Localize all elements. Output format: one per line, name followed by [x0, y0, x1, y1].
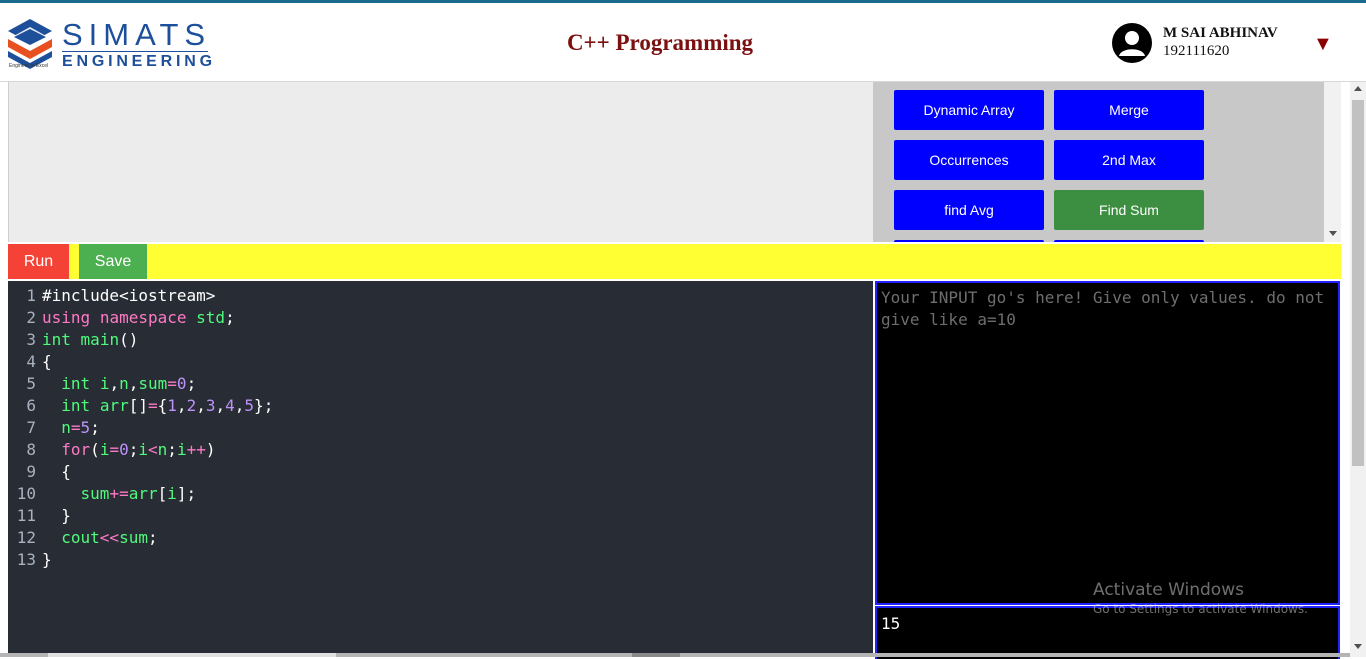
problem-button-partial[interactable] — [894, 240, 1044, 242]
problem-button[interactable]: Occurrences — [894, 140, 1044, 180]
code-text: cout<<sum; — [61, 528, 158, 547]
line-number: 8 — [26, 440, 36, 459]
scroll-up-icon[interactable] — [1354, 86, 1362, 91]
problem-button-selected[interactable]: Find Sum — [1054, 190, 1204, 230]
line-number: 5 — [26, 374, 36, 393]
question-panel — [8, 82, 874, 242]
code-text: n=5; — [61, 418, 100, 437]
logo-tagline: Engineer to Excel — [9, 63, 49, 69]
header: SIMATS ENGINEERING Engineer to Excel C++… — [0, 3, 1366, 82]
code-line[interactable]: 10 sum+=arr[i]; — [8, 483, 868, 505]
user-avatar-icon[interactable] — [1112, 23, 1152, 63]
code-line[interactable]: 7 n=5; — [8, 417, 868, 439]
problem-panel-scrollbar[interactable] — [1324, 82, 1341, 242]
code-line[interactable]: 8 for(i=0;i<n;i++) — [8, 439, 868, 461]
code-editor[interactable]: 1 #include<iostream> 2 using namespace std;… — [8, 281, 873, 657]
code-line[interactable]: 12 cout<<sum; — [8, 527, 868, 549]
code-text: #include<iostream> — [42, 286, 216, 305]
code-text: } — [61, 506, 71, 525]
output-text: 15 — [881, 614, 901, 633]
code-text: using namespace std; — [42, 308, 235, 327]
watermark-title: Activate Windows — [1093, 580, 1244, 600]
code-line[interactable]: 3 int main() — [8, 329, 868, 351]
code-line[interactable]: 13} — [8, 549, 868, 571]
save-button[interactable]: Save — [79, 244, 147, 279]
problem-button[interactable]: find Avg — [894, 190, 1044, 230]
input-textarea[interactable]: Your INPUT go's here! Give only values. … — [875, 281, 1340, 605]
code-line[interactable]: 6 int arr[]={1,2,3,4,5}; — [8, 395, 868, 417]
line-number: 9 — [26, 462, 36, 481]
problem-button[interactable]: Merge — [1054, 90, 1204, 130]
code-line[interactable]: 2 using namespace std; — [8, 307, 868, 329]
problem-button-partial[interactable] — [1054, 240, 1204, 242]
line-number: 11 — [16, 506, 36, 525]
problem-button[interactable]: Dynamic Array — [894, 90, 1044, 130]
line-number: 7 — [26, 418, 36, 437]
input-placeholder: Your INPUT go's here! Give only values. … — [881, 288, 1325, 329]
run-button[interactable]: Run — [8, 244, 69, 279]
code-line[interactable]: 5 int i,n,sum=0; — [8, 373, 868, 395]
scroll-down-icon[interactable] — [1354, 644, 1362, 649]
code-text: int i,n,sum=0; — [61, 374, 197, 393]
line-number: 13 — [16, 550, 36, 569]
problem-button[interactable]: 2nd Max — [1054, 140, 1204, 180]
scroll-down-icon[interactable] — [1329, 231, 1337, 236]
user-id: 192111620 — [1163, 43, 1230, 59]
code-text: { — [42, 352, 52, 371]
scrollbar-thumb[interactable] — [48, 653, 336, 657]
code-text: { — [61, 462, 71, 481]
caret-down-icon[interactable]: ▼ — [1313, 33, 1333, 56]
code-text: sum+=arr[i]; — [80, 484, 197, 503]
line-number: 4 — [26, 352, 36, 371]
line-number: 10 — [16, 484, 36, 503]
scrollbar-thumb[interactable] — [1352, 100, 1364, 466]
problem-list-panel: Dynamic Array Merge Occurrences 2nd Max … — [873, 82, 1324, 242]
scrollbar-segment — [632, 653, 680, 657]
code-text: int arr[]={1,2,3,4,5}; — [61, 396, 274, 415]
watermark-subtitle: Go to Settings to activate Windows. — [1093, 602, 1308, 616]
line-number: 12 — [16, 528, 36, 547]
editor-toolbar — [8, 244, 1341, 279]
code-line[interactable]: 11 } — [8, 505, 868, 527]
line-number: 3 — [26, 330, 36, 349]
page-scrollbar[interactable] — [1350, 82, 1366, 657]
line-number: 2 — [26, 308, 36, 327]
code-line[interactable]: 4{ — [8, 351, 868, 373]
windows-activation-watermark: Activate Windows Go to Settings to activ… — [1093, 580, 1308, 616]
code-line[interactable]: 9 { — [8, 461, 868, 483]
line-number: 1 — [26, 286, 36, 305]
code-text: int main() — [42, 330, 139, 349]
code-text: for(i=0;i<n;i++) — [61, 440, 216, 459]
code-line[interactable]: 1 #include<iostream> — [8, 285, 868, 307]
horizontal-scrollbar[interactable] — [0, 653, 1350, 657]
line-number: 6 — [26, 396, 36, 415]
user-name: M SAI ABHINAV — [1163, 25, 1278, 41]
code-text: } — [42, 550, 52, 569]
